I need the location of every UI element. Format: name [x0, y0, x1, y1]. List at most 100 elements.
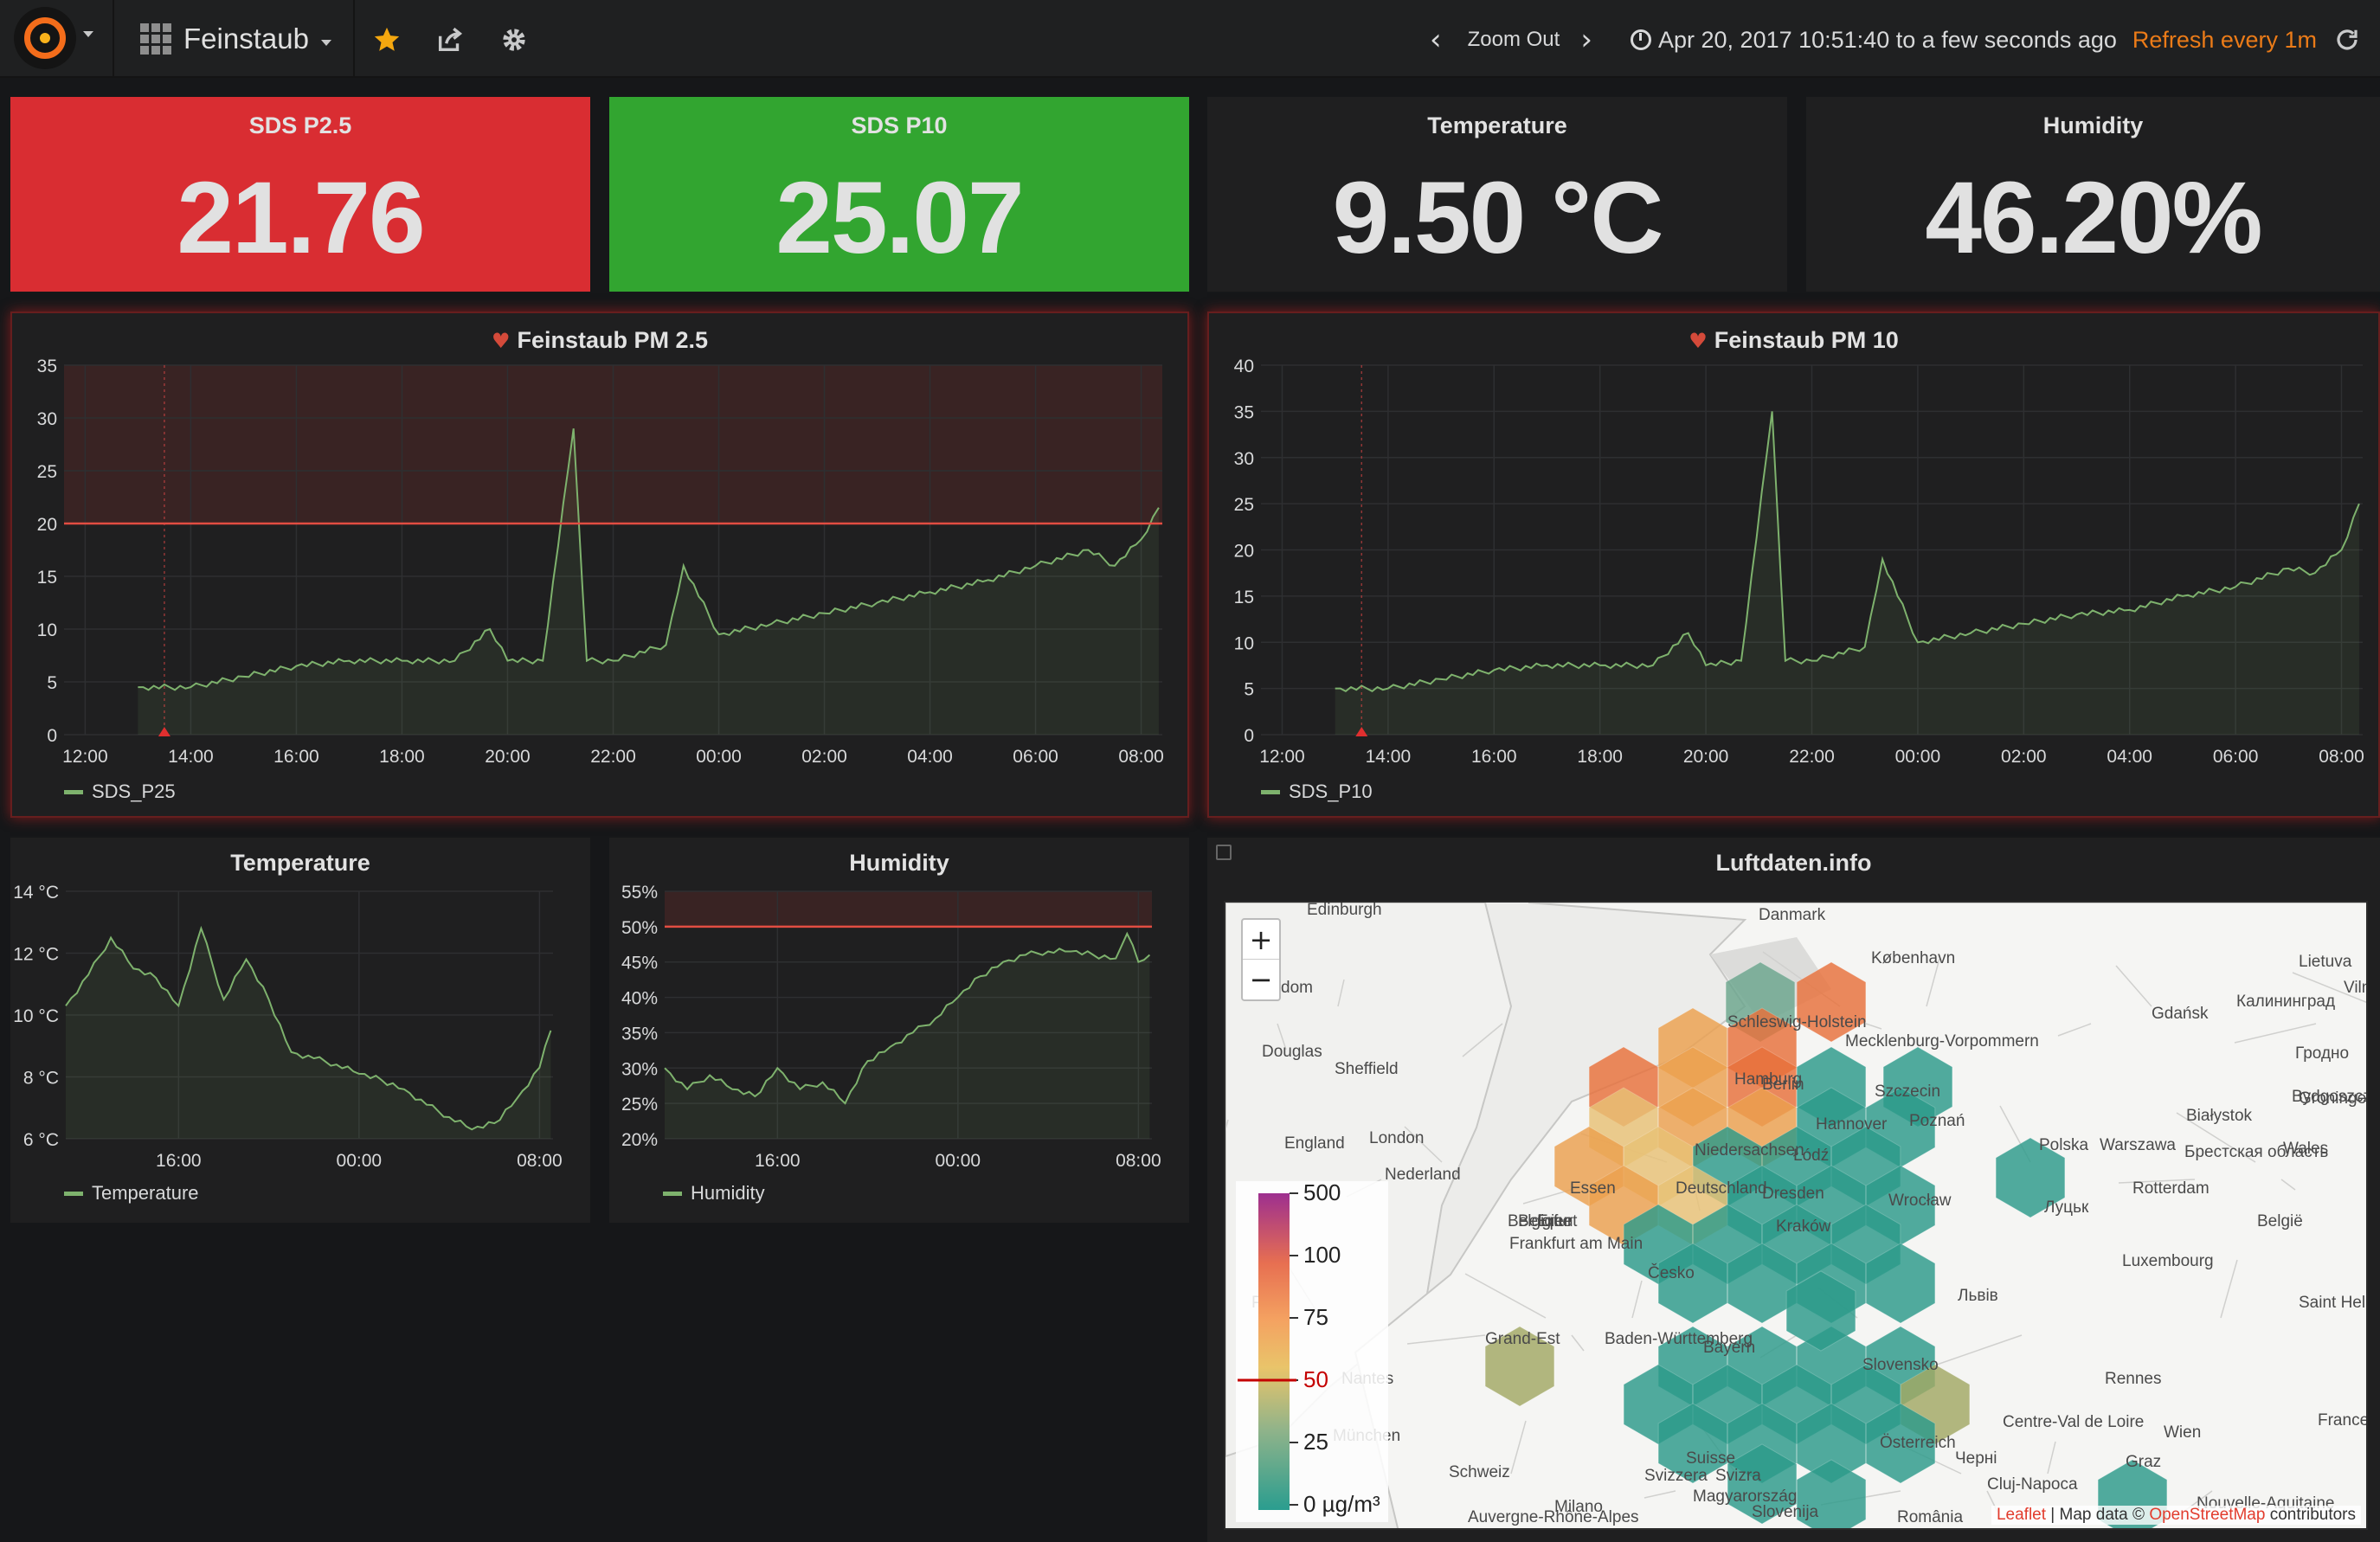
zoom-out-button[interactable]: Zoom Out — [1468, 28, 1560, 52]
legend-label: Humidity — [691, 1182, 765, 1204]
map-place-label: Wales — [2283, 1140, 2328, 1158]
chevron-right-icon[interactable]: › — [1580, 22, 1592, 57]
refresh-icon[interactable] — [2328, 21, 2366, 59]
map-color-legend: 500 100 75 50 25 0 µg/m³ — [1236, 1179, 1388, 1522]
clock-icon — [1631, 29, 1651, 50]
stat-value: 25.07 — [775, 161, 1024, 275]
star-icon[interactable] — [368, 21, 406, 59]
graph-panel-pm10[interactable]: ♥ Feinstaub PM 10 0 5 10 15 20 25 30 35 40 12:00 14… — [1207, 312, 2380, 818]
y-tick-label: 20% — [621, 1130, 658, 1150]
map-place-label: Черні — [1955, 1449, 1997, 1468]
map-place-label: Luxembourg — [2122, 1252, 2214, 1270]
dashboard-picker[interactable]: Feinstaub — [140, 19, 331, 59]
legend-swatch — [663, 1191, 682, 1196]
map-place-label: Svizra — [1715, 1467, 1761, 1485]
map-place-label: Edinburgh — [1307, 903, 1382, 919]
stat-panel-pm10[interactable]: SDS P10 25.07 — [609, 97, 1189, 292]
legend-item[interactable]: Temperature — [64, 1182, 199, 1205]
legend-item[interactable]: Humidity — [663, 1182, 765, 1205]
map-place-label: Česko — [1648, 1263, 1695, 1282]
y-tick-label: 25% — [621, 1095, 658, 1115]
legend-label: 25 — [1303, 1429, 1328, 1455]
map-place-label: Erfurt — [1537, 1212, 1578, 1230]
stat-value: 46.20% — [1925, 161, 2262, 275]
time-range-text: Apr 20, 2017 10:51:40 to a few seconds a… — [1658, 26, 2117, 53]
y-tick-label: 20 — [1234, 542, 1254, 562]
stat-panel-humidity[interactable]: Humidity 46.20% — [1806, 97, 2380, 292]
graph-panel-pm25[interactable]: ♥ Feinstaub PM 2.5 0 5 10 15 20 25 30 35 12:00 14:… — [10, 312, 1189, 818]
map-place-label: Szczecin — [1875, 1083, 1940, 1101]
map-place-label: Poznań — [1909, 1112, 1965, 1130]
map-place-label: Dresden — [1762, 1185, 1824, 1203]
y-tick-label: 10 — [37, 620, 57, 640]
y-tick-label: 30% — [621, 1059, 658, 1079]
stat-panel-temperature[interactable]: Temperature 9.50 °C — [1207, 97, 1787, 292]
graph-panel-temperature[interactable]: Temperature 6 °C 8 °C 10 °C 12 °C 14 °C 16:00… — [10, 838, 590, 1223]
map-place-label: Berlin — [1762, 1076, 1804, 1094]
map-view[interactable]: Edinburgh Danmark København Lietuva Vilnius G… — [1224, 901, 2368, 1530]
y-tick-label: 20 — [37, 515, 57, 535]
y-tick-label: 15 — [37, 568, 57, 588]
y-tick-label: 25 — [1234, 495, 1254, 515]
legend-item[interactable]: SDS_P10 — [1261, 781, 1373, 803]
zoom-in-button[interactable]: + — [1243, 920, 1279, 960]
legend-label: 0 µg/m³ — [1303, 1491, 1380, 1517]
map-place-label: Grand-Est — [1485, 1330, 1560, 1348]
x-tick-label: 22:00 — [590, 747, 636, 767]
map-place-label: Nederland — [1385, 1166, 1461, 1184]
x-tick-label: 00:00 — [337, 1151, 383, 1171]
map-place-label: Луцьк — [2044, 1198, 2089, 1217]
map-place-label: Wrocław — [1888, 1192, 1952, 1210]
osm-link[interactable]: OpenStreetMap — [2149, 1506, 2265, 1524]
y-tick-label: 6 °C — [23, 1130, 59, 1150]
dashboard-dropdown-caret-icon — [320, 39, 331, 46]
y-tick-label: 40% — [621, 989, 658, 1009]
gear-icon[interactable] — [495, 21, 533, 59]
temperature-chart: 6 °C 8 °C 10 °C 12 °C 14 °C 16:00 00:00 08:00 — [13, 883, 563, 1171]
map-place-label: Kraków — [1776, 1218, 1831, 1236]
navbar-divider — [353, 0, 355, 78]
y-tick-label: 12 °C — [13, 945, 59, 965]
refresh-interval-text: Refresh every 1m — [2132, 26, 2317, 53]
x-tick-label: 14:00 — [168, 747, 214, 767]
map-attribution: Leaflet | Map data © OpenStreetMap contr… — [1991, 1506, 2361, 1525]
y-tick-label: 35 — [37, 357, 57, 376]
chevron-left-icon[interactable]: ‹ — [1430, 22, 1442, 57]
x-tick-label: 08:00 — [517, 1151, 563, 1171]
legend-label: SDS_P10 — [1289, 781, 1373, 802]
map-place-label: Калининград — [2236, 993, 2335, 1011]
map-place-label: Wien — [2164, 1423, 2201, 1442]
map-place-label: France — [2318, 1411, 2368, 1430]
share-icon[interactable] — [431, 21, 469, 59]
map-place-label: Slovensko — [1862, 1356, 1939, 1374]
map-canvas[interactable]: Edinburgh Danmark København Lietuva Vilnius G… — [1225, 903, 2368, 1530]
map-place-label: Deutschland — [1676, 1179, 1767, 1198]
map-place-label: Lietuva — [2299, 953, 2352, 971]
panel-title: Temperature — [1427, 112, 1567, 138]
navbar-divider — [113, 0, 114, 78]
attribution-text: | Map data © — [2046, 1506, 2150, 1524]
grafana-logo-icon[interactable] — [14, 7, 76, 69]
time-range-picker[interactable]: Apr 20, 2017 10:51:40 to a few seconds a… — [1631, 21, 2317, 59]
legend-label: 100 — [1303, 1242, 1341, 1268]
graph-panel-humidity[interactable]: Humidity 20% 25% 30% 35% 40% 45% 50% 55% 16:00 00… — [609, 838, 1189, 1223]
map-place-label: København — [1871, 949, 1955, 967]
map-place-label: Suisse — [1686, 1449, 1735, 1468]
stat-panel-pm25[interactable]: SDS P2.5 21.76 — [10, 97, 590, 292]
map-place-label: Auvergne-Rhône-Alpes — [1468, 1508, 1639, 1526]
legend-item[interactable]: SDS_P25 — [64, 781, 176, 803]
stat-value: 21.76 — [177, 161, 425, 275]
x-tick-label: 16:00 — [755, 1151, 801, 1171]
series-area — [66, 928, 551, 1139]
zoom-out-map-button[interactable]: − — [1243, 960, 1279, 999]
x-tick-label: 12:00 — [62, 747, 108, 767]
y-tick-label: 15 — [1234, 588, 1254, 607]
x-tick-label: 16:00 — [1471, 747, 1517, 767]
map-place-label: Gdańsk — [2152, 1005, 2209, 1023]
logo-menu-caret-icon[interactable] — [83, 31, 93, 37]
x-tick-label: 06:00 — [1013, 747, 1058, 767]
map-place-label: Sheffield — [1335, 1060, 1399, 1078]
leaflet-link[interactable]: Leaflet — [1997, 1506, 2046, 1524]
attribution-text-end: contributors — [2265, 1506, 2356, 1524]
map-place-label: London — [1369, 1129, 1424, 1147]
